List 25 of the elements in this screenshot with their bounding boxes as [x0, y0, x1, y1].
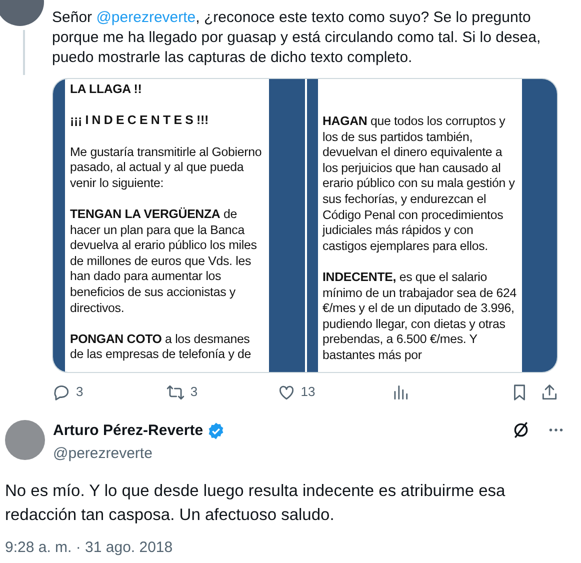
retweet-button[interactable]: 3 — [166, 382, 198, 402]
document-screenshot[interactable] — [53, 79, 304, 372]
document-paragraph: TENGAN LA VERGÜENZA de hacer un plan para que la Banca devuelva al erario público los miles de millones de euros que Vds. les han dado para aumentar los beneficios de sus accionistas y directivos. — [70, 207, 258, 316]
views-button[interactable] — [391, 382, 410, 402]
document-paragraph: INDECENTE, es que el salario mínimo de un trabajador sea de 624 €/mes y el de un diputado de 3.996, pudiendo llegar, con dietas y otras prebendas, a 6.500 €/mes. Y bastantes más por — [322, 270, 518, 364]
document-paragraph: PONGAN COTO a los desmanes de las empresas de telefonía y de — [70, 332, 252, 364]
retweet-icon — [166, 382, 186, 402]
timestamp[interactable]: 9:28 a. m. · 31 ago. 2018 — [5, 537, 173, 560]
document-screenshot[interactable] — [306, 79, 557, 372]
document-heading: LA LLAGA !! — [70, 82, 143, 98]
reply-text: No es mío. Y lo que desde luego resulta indecente es atribuirme esa redacción tan casposa. Un afectuoso saludo. — [5, 481, 506, 526]
document-heading: ¡¡¡ I N D E C E N T E S !!! — [70, 113, 210, 129]
reply-icon — [52, 382, 71, 402]
share-icon — [540, 382, 559, 402]
tweet-text: Señor @perezreverte, ¿reconoce este texto como suyo? Se lo pregunto porque me ha llegado por guasap y está circulando como tal. Si lo desea, puedo mostrarle las capturas de dicho texto completo. — [52, 8, 542, 68]
share-button[interactable] — [540, 382, 559, 402]
author-name[interactable]: Arturo Pérez-Reverte — [53, 420, 204, 442]
thread-line — [23, 30, 25, 75]
bar-chart-icon — [391, 382, 410, 402]
document-paragraph: HAGAN que todos los corruptos y los de sus partidos también, devuelvan el dinero equivalente a los perjuicios que han causado al erario público con su mala gestión y sus fechorías, y endurezcan el Código Penal con procedimientos judiciales más rápidos y con castigos ejemplares para ellos. — [322, 114, 516, 254]
avatar[interactable] — [5, 420, 45, 460]
document-paragraph: Me gustaría transmitirle al Gobierno pasado, al actual y al que pueda venir lo siguiente: — [70, 144, 263, 192]
reply-button[interactable]: 3 — [52, 382, 84, 402]
author-handle[interactable]: @perezreverte — [53, 442, 503, 465]
like-button[interactable]: 13 — [276, 382, 316, 402]
